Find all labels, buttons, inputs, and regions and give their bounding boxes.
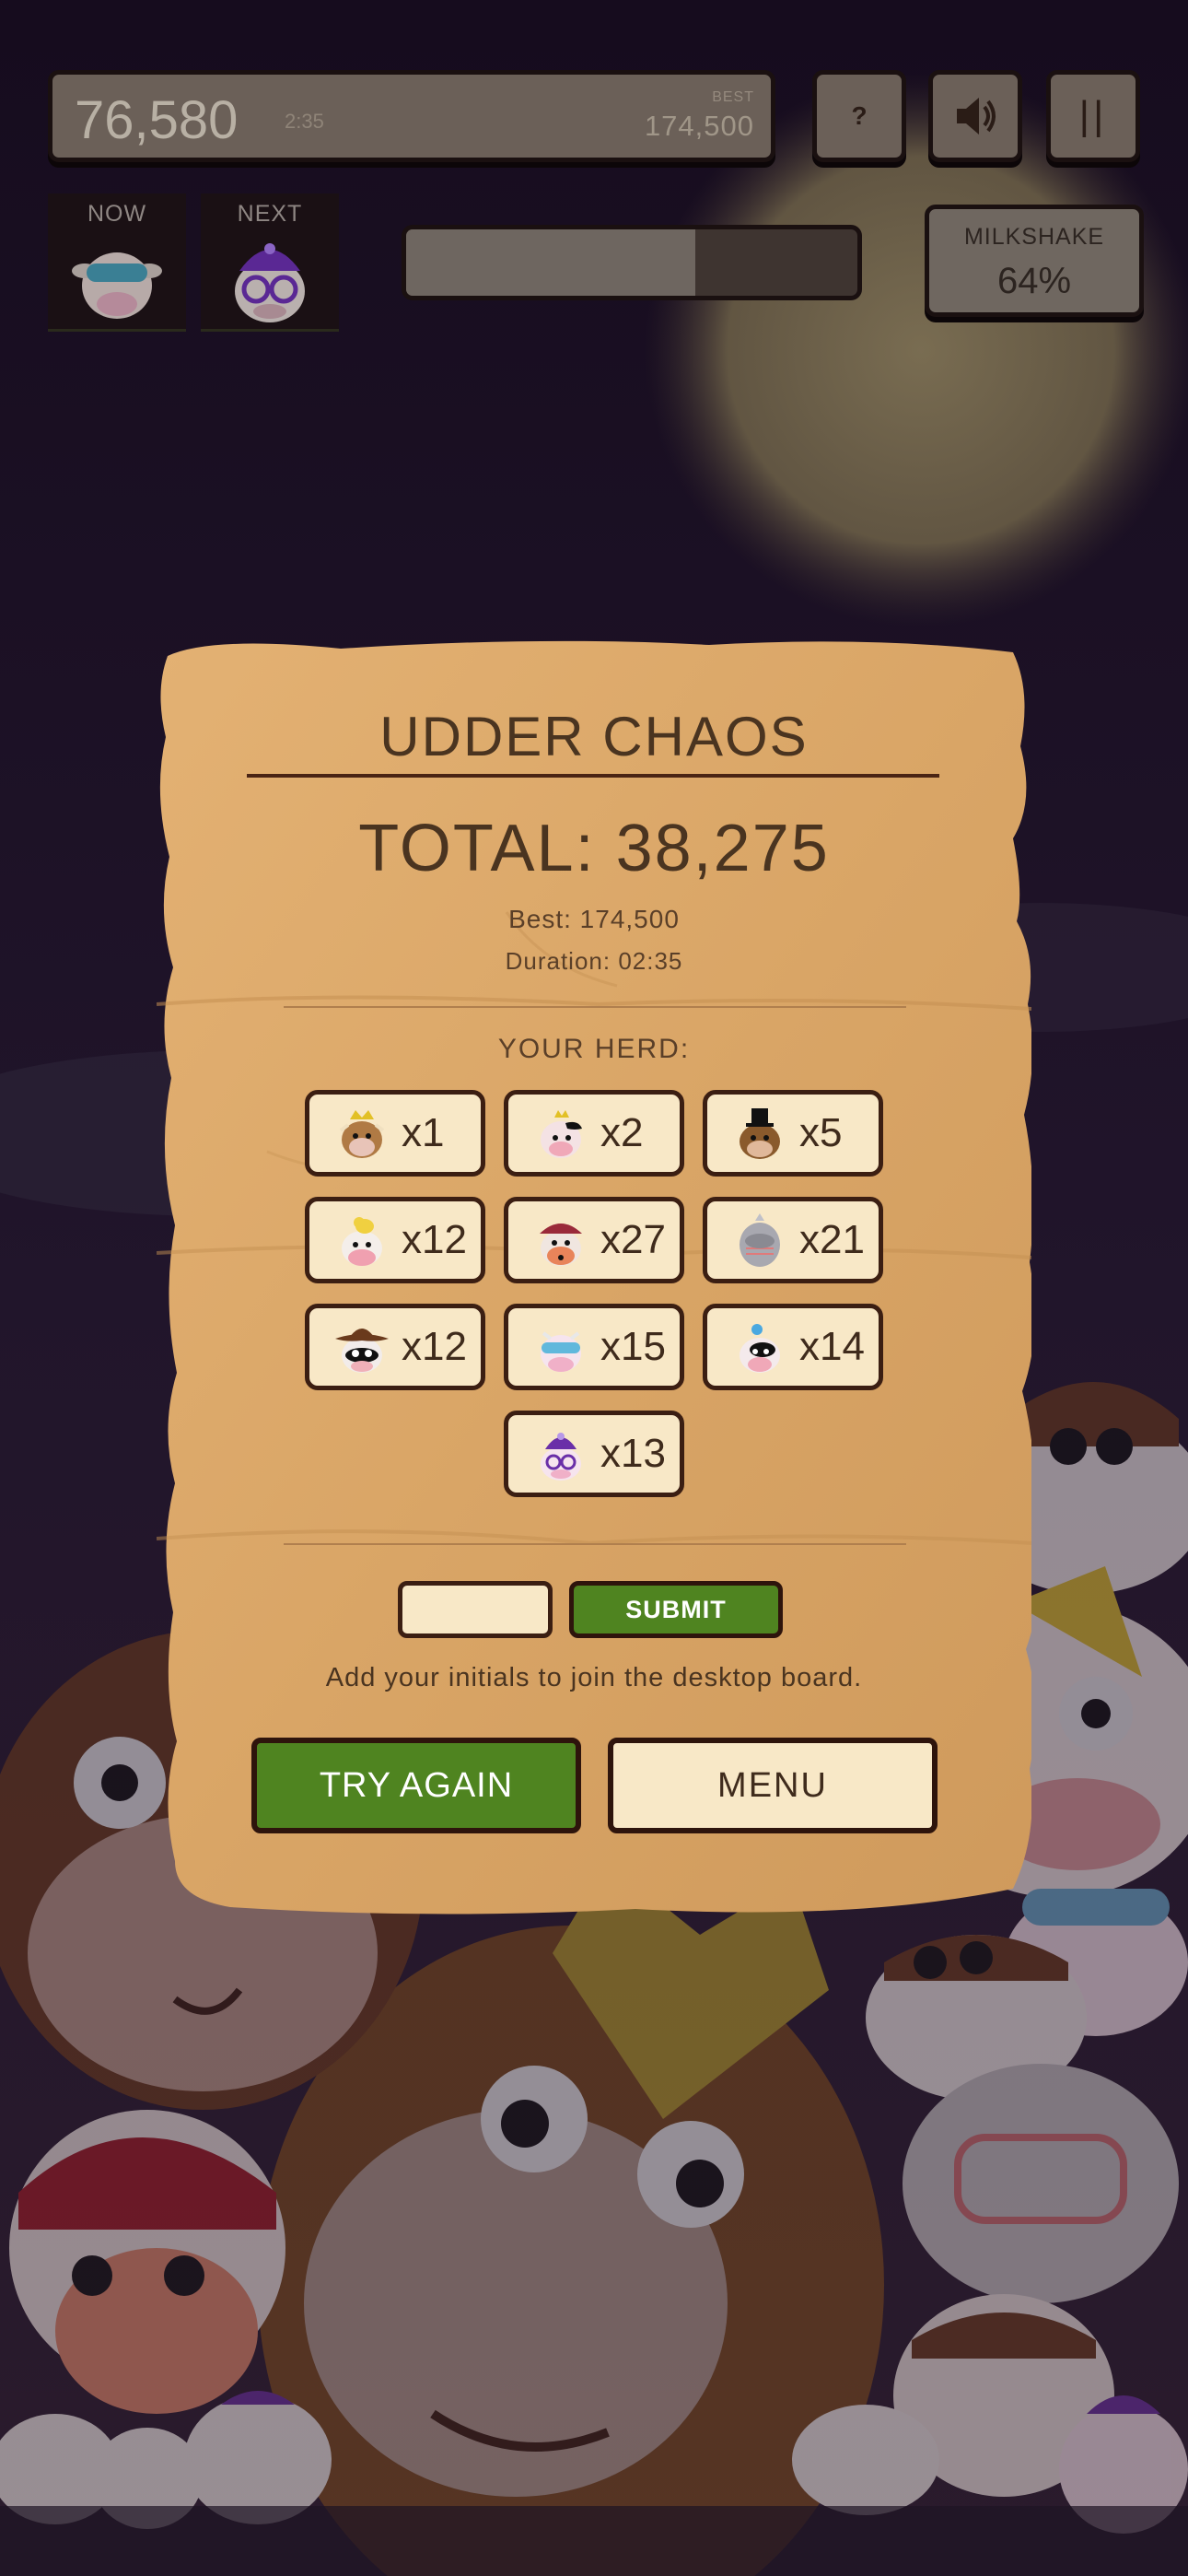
score-value: 76,580 bbox=[75, 90, 239, 150]
top-hat-cow-icon bbox=[740, 1108, 780, 1159]
milkshake-label: MILKSHAKE bbox=[963, 224, 1105, 250]
cowboy-cow-icon bbox=[335, 1329, 389, 1373]
best-label: BEST bbox=[712, 89, 754, 105]
herd-card: x27 bbox=[504, 1197, 684, 1283]
section-divider bbox=[284, 1543, 906, 1545]
best-value: 174,500 bbox=[644, 110, 754, 142]
total-score: TOTAL: 38,275 bbox=[358, 812, 830, 885]
initials-input[interactable] bbox=[398, 1581, 553, 1638]
initials-hint: Add your initials to join the desktop bo… bbox=[325, 1663, 863, 1692]
glasses-cow-icon bbox=[235, 243, 305, 322]
pause-icon: || bbox=[1078, 93, 1108, 138]
herd-count: x1 bbox=[402, 1110, 445, 1155]
try-again-label: TRY AGAIN bbox=[319, 1765, 514, 1805]
now-preview: NOW bbox=[48, 193, 186, 332]
herd-card: x5 bbox=[703, 1090, 883, 1177]
herd-count: x15 bbox=[600, 1324, 666, 1369]
milkshake-progress-fill bbox=[406, 229, 695, 296]
next-preview: NEXT bbox=[201, 193, 339, 332]
score-bar: 76,580 2:35 BEST 174,500 bbox=[48, 70, 775, 162]
title-divider bbox=[247, 774, 939, 778]
game-over-panel: UDDER CHAOS TOTAL: 38,275 Best: 174,500 … bbox=[157, 636, 1031, 1921]
knight-cow-icon bbox=[740, 1213, 780, 1267]
time-value: 2:35 bbox=[285, 110, 324, 133]
next-label: NEXT bbox=[237, 201, 303, 227]
herd-card: x12 bbox=[305, 1304, 485, 1390]
pink-crown-cow-icon bbox=[541, 1110, 582, 1158]
sleep-mask-cow-icon bbox=[541, 1331, 581, 1372]
herd-card: x21 bbox=[703, 1197, 883, 1283]
duck-hat-cow-icon bbox=[342, 1217, 382, 1266]
now-label: NOW bbox=[87, 201, 147, 227]
herd-count: x2 bbox=[600, 1110, 644, 1155]
herd-count: x12 bbox=[402, 1217, 467, 1262]
herd-card: x14 bbox=[703, 1304, 883, 1390]
herd-card: x2 bbox=[504, 1090, 684, 1177]
menu-label: MENU bbox=[717, 1765, 828, 1805]
best-score: Best: 174,500 bbox=[508, 905, 680, 933]
submit-button[interactable]: SUBMIT bbox=[569, 1581, 783, 1638]
herd-card: x1 bbox=[305, 1090, 485, 1177]
milkshake-value: 64% bbox=[996, 261, 1072, 301]
help-label: ? bbox=[851, 101, 868, 130]
herd-count: x21 bbox=[799, 1217, 865, 1262]
section-divider bbox=[284, 1006, 906, 1008]
sleep-mask-cow-icon bbox=[72, 252, 162, 319]
herd-count: x5 bbox=[799, 1110, 843, 1155]
panel-title: UDDER CHAOS bbox=[379, 706, 809, 767]
help-button[interactable]: ? bbox=[812, 70, 906, 162]
herd-card: x12 bbox=[305, 1197, 485, 1283]
herd-count: x14 bbox=[799, 1324, 865, 1369]
blue-bow-cow-icon bbox=[740, 1324, 780, 1373]
sound-button[interactable] bbox=[928, 70, 1022, 162]
red-hat-cow-icon bbox=[540, 1224, 582, 1266]
menu-button[interactable]: MENU bbox=[608, 1738, 938, 1833]
crown-cow-icon bbox=[339, 1110, 385, 1158]
milkshake-progress-bar bbox=[402, 225, 862, 300]
herd-count: x27 bbox=[600, 1217, 666, 1262]
submit-label: SUBMIT bbox=[625, 1595, 727, 1623]
pause-button[interactable]: || bbox=[1046, 70, 1140, 162]
milkshake-meter: MILKSHAKE 64% bbox=[925, 205, 1144, 317]
herd-heading: YOUR HERD: bbox=[497, 1034, 691, 1064]
duration: Duration: 02:35 bbox=[505, 947, 683, 975]
try-again-button[interactable]: TRY AGAIN bbox=[251, 1738, 581, 1833]
glasses-cow-icon bbox=[541, 1433, 581, 1481]
herd-card: x15 bbox=[504, 1304, 684, 1390]
herd-count: x12 bbox=[402, 1324, 467, 1369]
herd-card: x13 bbox=[504, 1411, 684, 1497]
herd-count: x13 bbox=[600, 1431, 666, 1476]
speaker-icon bbox=[957, 98, 996, 135]
